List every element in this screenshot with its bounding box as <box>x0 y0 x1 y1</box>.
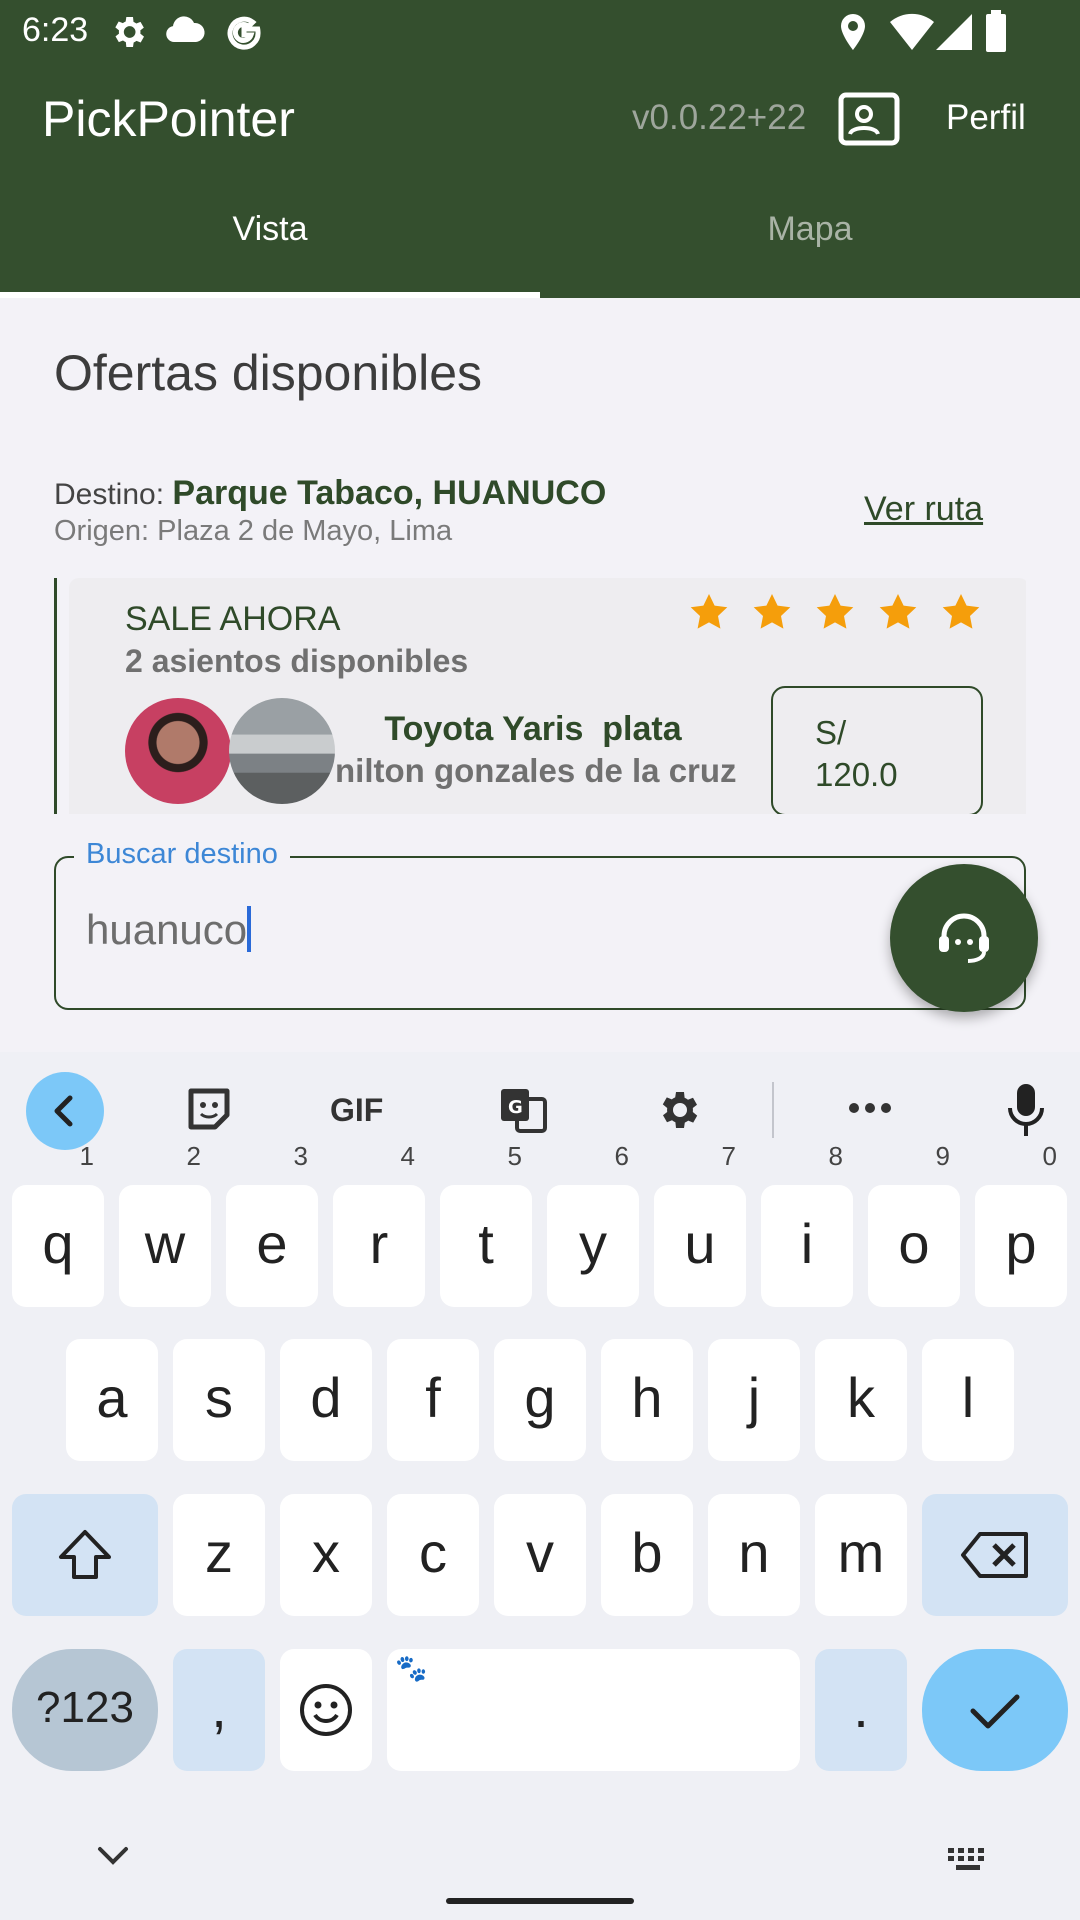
status-time: 6:23 <box>22 11 89 49</box>
rating-stars <box>687 590 1007 643</box>
driver-name: nilton gonzales de la cruz <box>335 752 737 789</box>
svg-text:G: G <box>508 1097 523 1118</box>
star-icon <box>690 594 728 629</box>
support-button[interactable] <box>890 864 1038 1012</box>
google-icon <box>224 12 264 57</box>
search-destination-label: Buscar destino <box>74 838 290 871</box>
more-icon[interactable] <box>846 1100 894 1121</box>
tab-vista[interactable]: Vista <box>0 210 540 249</box>
key-q[interactable]: q1 <box>12 1143 104 1307</box>
backspace-icon <box>961 1532 1028 1578</box>
key-e[interactable]: e3 <box>226 1143 318 1307</box>
sticker-icon[interactable] <box>186 1086 232 1137</box>
text-caret <box>247 906 252 952</box>
mic-icon[interactable] <box>1006 1082 1046 1143</box>
keyboard-switch-icon[interactable] <box>946 1846 990 1877</box>
origin-line: Origen: Plaza 2 de Mayo, Lima <box>54 515 453 547</box>
key-a[interactable]: a <box>66 1339 158 1461</box>
key-g[interactable]: g <box>494 1339 586 1461</box>
price-button[interactable]: S/ 120.0 <box>771 686 983 814</box>
vehicle-photo <box>229 698 335 804</box>
profile-button[interactable]: Perfil <box>946 98 1026 138</box>
key-s[interactable]: s <box>173 1339 265 1461</box>
destination-line: Destino: Parque Tabaco, HUANUCO <box>54 474 606 513</box>
key-f[interactable]: f <box>387 1339 479 1461</box>
view-route-link[interactable]: Ver ruta <box>864 490 983 529</box>
settings-icon[interactable] <box>654 1086 702 1139</box>
key-v[interactable]: v <box>494 1494 586 1616</box>
location-icon <box>838 12 868 57</box>
emoji-icon <box>300 1684 352 1736</box>
key-u[interactable]: u7 <box>654 1143 746 1307</box>
key-n[interactable]: n <box>708 1494 800 1616</box>
driver-avatar <box>125 698 231 804</box>
key-d[interactable]: d <box>280 1339 372 1461</box>
key-z[interactable]: z <box>173 1494 265 1616</box>
enter-key[interactable] <box>922 1649 1068 1771</box>
star-icon <box>942 594 980 629</box>
status-bar: 6:23 <box>0 0 1080 64</box>
battery-icon <box>984 10 1008 57</box>
price-value: 120.0 <box>815 756 898 793</box>
toolbar-divider <box>772 1082 774 1138</box>
app-header: 6:23 PickPointer v0.0.22+22 Perfil Vista… <box>0 0 1080 298</box>
id-card-icon[interactable] <box>838 92 900 151</box>
emoji-key[interactable] <box>280 1649 372 1771</box>
tab-indicator <box>0 292 540 298</box>
symbols-key[interactable]: ?123 <box>12 1649 158 1771</box>
onscreen-keyboard <box>0 1052 1080 1920</box>
key-r[interactable]: r4 <box>333 1143 425 1307</box>
star-icon <box>753 594 791 629</box>
offer-card-body[interactable]: SALE AHORA 2 asientos disponibles Toyota… <box>69 578 1026 814</box>
hide-keyboard-icon[interactable] <box>96 1844 130 1873</box>
check-icon <box>970 1694 1020 1729</box>
wifi-icon <box>890 12 934 57</box>
key-h[interactable]: h <box>601 1339 693 1461</box>
period-key[interactable]: . <box>815 1649 907 1771</box>
key-l[interactable]: l <box>922 1339 1014 1461</box>
comma-key[interactable]: , <box>173 1649 265 1771</box>
translate-icon[interactable]: G <box>498 1086 548 1139</box>
shift-key[interactable] <box>12 1494 158 1616</box>
offer-status: SALE AHORA <box>125 600 341 638</box>
page-title: Ofertas disponibles <box>54 345 483 401</box>
key-w[interactable]: w2 <box>119 1143 211 1307</box>
key-x[interactable]: x <box>280 1494 372 1616</box>
offer-seats: 2 asientos disponibles <box>125 643 469 679</box>
search-input[interactable]: huanuco <box>86 906 252 954</box>
shift-icon <box>59 1530 111 1579</box>
star-icon <box>879 594 917 629</box>
home-indicator[interactable] <box>446 1898 634 1904</box>
price-currency: S/ <box>815 714 847 751</box>
signal-icon <box>934 12 974 57</box>
key-i[interactable]: i8 <box>761 1143 853 1307</box>
key-m[interactable]: m <box>815 1494 907 1616</box>
star-icon <box>816 594 854 629</box>
space-key[interactable]: 🐾 <box>387 1649 800 1771</box>
cloud-icon <box>164 14 206 51</box>
chevron-left-icon <box>54 1095 73 1127</box>
key-t[interactable]: t5 <box>440 1143 532 1307</box>
key-k[interactable]: k <box>815 1339 907 1461</box>
search-input-value: huanuco <box>86 906 248 953</box>
car-model: Toyota Yaris plata <box>384 710 682 748</box>
tab-mapa[interactable]: Mapa <box>540 210 1080 249</box>
key-y[interactable]: y6 <box>547 1143 639 1307</box>
keyboard-back-button[interactable] <box>26 1072 104 1150</box>
key-j[interactable]: j <box>708 1339 800 1461</box>
destination-value: Parque Tabaco, HUANUCO <box>172 474 607 512</box>
app-version: v0.0.22+22 <box>632 98 807 137</box>
key-o[interactable]: o9 <box>868 1143 960 1307</box>
gif-button[interactable]: GIF <box>330 1092 383 1129</box>
destination-label: Destino: <box>54 478 165 511</box>
key-c[interactable]: c <box>387 1494 479 1616</box>
support-agent-icon <box>939 913 989 963</box>
offer-card[interactable]: SALE AHORA 2 asientos disponibles Toyota… <box>54 578 1026 814</box>
app-title: PickPointer <box>42 91 295 147</box>
gear-icon <box>108 12 148 57</box>
backspace-key[interactable] <box>922 1494 1068 1616</box>
key-b[interactable]: b <box>601 1494 693 1616</box>
paw-icon: 🐾 <box>395 1653 428 1683</box>
key-p[interactable]: p0 <box>975 1143 1067 1307</box>
